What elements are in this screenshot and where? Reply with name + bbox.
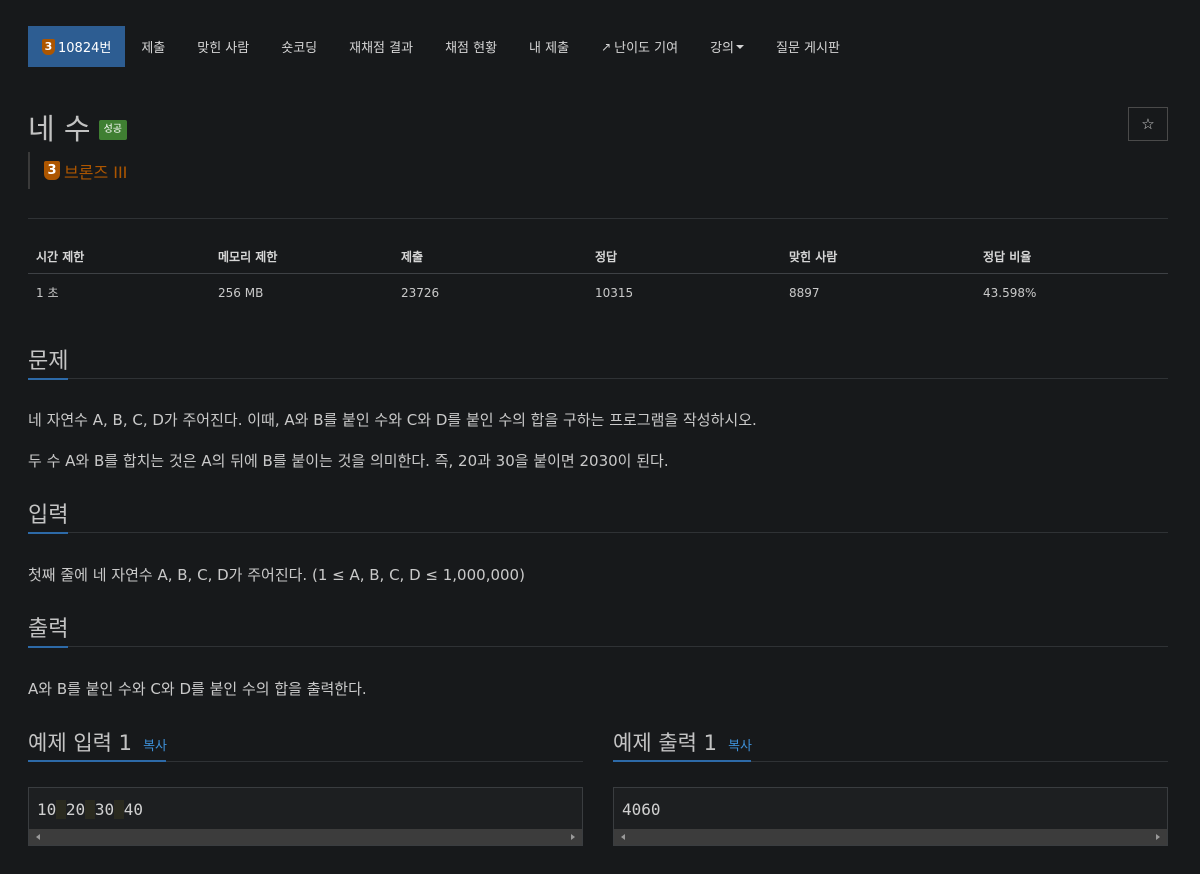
horizontal-scrollbar[interactable] (29, 829, 582, 845)
section-underline (28, 760, 166, 762)
header-solved-users: 맞힌 사람 (789, 250, 838, 264)
section-divider (28, 532, 1168, 533)
nav-difficulty-label: 난이도 기여 (614, 41, 679, 56)
table-header-row: 시간 제한 메모리 제한 제출 정답 맞힌 사람 정답 비율 (28, 240, 1168, 274)
nav-solved-users[interactable]: 맞힌 사람 (181, 26, 265, 67)
problem-heading: 문제 (28, 349, 69, 374)
time-limit-value: 1 초 (36, 286, 59, 300)
bronze-tier-icon: 3 (44, 161, 60, 180)
favorite-star-button[interactable]: ☆ (1128, 107, 1168, 141)
header-time-limit: 시간 제한 (36, 250, 85, 264)
scroll-left-arrow-icon[interactable] (621, 834, 625, 840)
sample-input-token: 40 (123, 800, 143, 819)
problem-tier: 3 브론즈 III (28, 152, 127, 189)
sample-input-title: 예제 입력 1 (28, 731, 132, 755)
output-description: A와 B를 붙인 수와 C와 D를 붙인 수의 합을 출력한다. (28, 680, 367, 698)
nav-judge-status[interactable]: 채점 현황 (429, 26, 513, 67)
input-section-heading: 입력 (28, 497, 1168, 535)
input-description: 첫째 줄에 네 자연수 A, B, C, D가 주어진다. (1 ≤ A, B,… (28, 566, 525, 584)
scroll-left-arrow-icon[interactable] (36, 834, 40, 840)
section-underline (28, 532, 68, 534)
header-submissions: 제출 (401, 250, 424, 264)
external-link-icon: ↗ (601, 39, 612, 54)
nav-problem-id-label: 10824번 (58, 41, 112, 56)
section-divider (28, 646, 1168, 647)
sample-input-box[interactable]: 10 20 30 40 (28, 787, 583, 846)
divider (28, 218, 1168, 219)
title-row: 네 수 성공 (28, 106, 127, 148)
nav-problem-id[interactable]: 3 10824번 (28, 26, 126, 67)
input-heading: 입력 (28, 503, 69, 528)
nav-my-submissions[interactable]: 내 제출 (513, 26, 585, 67)
problem-section-heading: 문제 (28, 343, 1168, 381)
success-badge: 성공 (98, 120, 127, 140)
section-divider (28, 378, 1168, 379)
sample-input-token: 10 (37, 800, 57, 819)
header-memory-limit: 메모리 제한 (218, 250, 278, 264)
problem-title: 네 수 (28, 112, 91, 146)
nav-lectures-dropdown[interactable]: 강의 (694, 26, 760, 67)
section-underline (613, 760, 751, 762)
copy-sample-output-link[interactable]: 복사 (728, 739, 752, 754)
sample-input-token: 20 (65, 800, 86, 819)
copy-sample-input-link[interactable]: 복사 (143, 739, 167, 754)
scroll-right-arrow-icon[interactable] (1156, 834, 1160, 840)
nav-short-coding[interactable]: 숏코딩 (265, 26, 333, 67)
problem-description-line-2: 두 수 A와 B를 합치는 것은 A의 뒤에 B를 붙이는 것을 의미한다. 즉… (28, 452, 669, 470)
section-underline (28, 646, 68, 648)
problem-info-table: 시간 제한 메모리 제한 제출 정답 맞힌 사람 정답 비율 1 초 256 M… (28, 240, 1168, 311)
sample-input-code: 10 20 30 40 (37, 800, 143, 819)
sample-input-token: 30 (94, 800, 115, 819)
solved-users-value: 8897 (789, 285, 820, 300)
header-accepted: 정답 (595, 250, 618, 264)
sample-output-box[interactable]: 4060 (613, 787, 1168, 846)
problem-nav: 3 10824번 제출 맞힌 사람 숏코딩 재채점 결과 채점 현황 내 제출 … (28, 26, 856, 67)
star-icon: ☆ (1141, 115, 1155, 133)
sample-output-heading: 예제 출력 1 복사 (613, 727, 1168, 763)
nav-difficulty-contribution[interactable]: ↗ 난이도 기여 (585, 26, 694, 67)
nav-rejudge-results[interactable]: 재채점 결과 (333, 26, 429, 67)
caret-down-icon (735, 44, 744, 49)
output-section-heading: 출력 (28, 611, 1168, 649)
sample-output-title: 예제 출력 1 (613, 731, 717, 755)
bronze-tier-icon: 3 (42, 38, 55, 55)
sample-output-code: 4060 (622, 800, 661, 819)
output-heading: 출력 (28, 617, 69, 642)
memory-limit-value: 256 MB (218, 285, 264, 300)
horizontal-scrollbar[interactable] (614, 829, 1167, 845)
accept-ratio-value: 43.598% (983, 285, 1037, 300)
table-row: 1 초 256 MB 23726 10315 8897 43.598% (28, 274, 1168, 311)
sample-input-heading: 예제 입력 1 복사 (28, 727, 583, 763)
section-underline (28, 378, 68, 380)
nav-question-board[interactable]: 질문 게시판 (760, 26, 856, 67)
problem-description-line-1: 네 자연수 A, B, C, D가 주어진다. 이때, A와 B를 붙인 수와 … (28, 411, 757, 429)
nav-submit[interactable]: 제출 (125, 26, 181, 67)
tier-name[interactable]: 브론즈 III (64, 159, 127, 183)
nav-lectures-label: 강의 (710, 41, 734, 56)
scroll-right-arrow-icon[interactable] (571, 834, 575, 840)
submissions-value: 23726 (401, 285, 440, 300)
accepted-value: 10315 (595, 285, 634, 300)
header-accept-ratio: 정답 비율 (983, 250, 1032, 264)
